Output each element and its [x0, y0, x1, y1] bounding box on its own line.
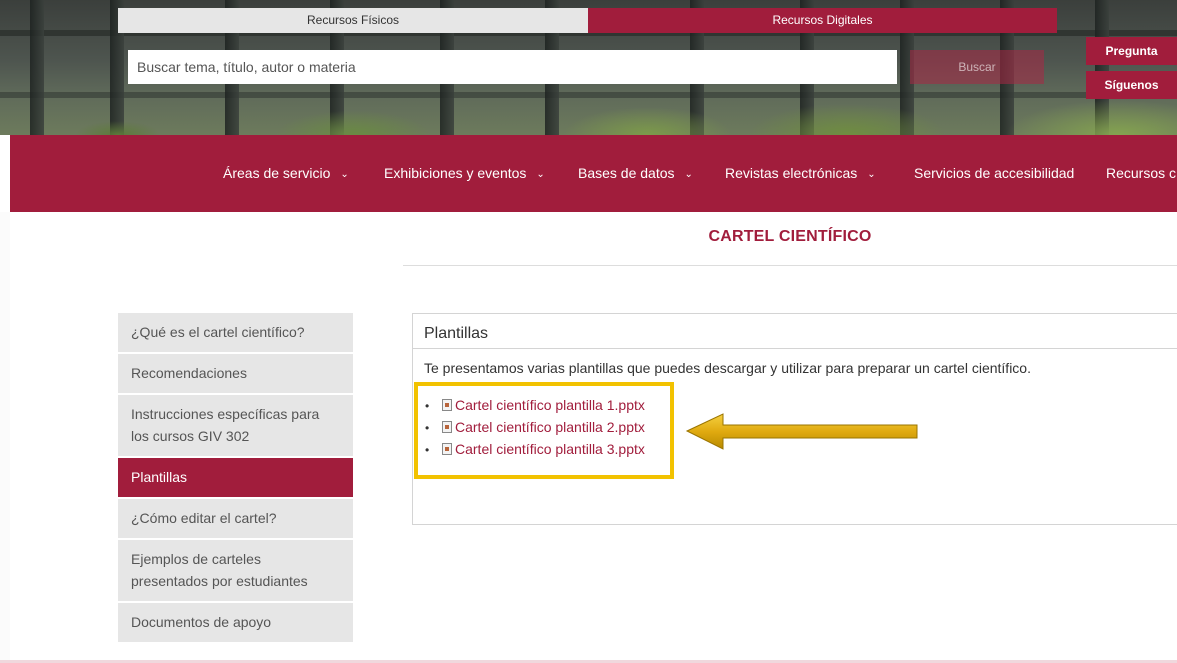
panel-description: Te presentamos varias plantillas que pue… — [424, 360, 1031, 376]
siguenos-button[interactable]: Síguenos — [1086, 71, 1177, 99]
file-link[interactable]: Cartel científico plantilla 1.pptx — [455, 397, 645, 413]
nav-item-label: Recursos c — [1106, 165, 1177, 181]
tab-recursos-fisicos[interactable]: Recursos Físicos — [118, 8, 588, 33]
pptx-file-icon — [442, 421, 452, 433]
nav-item-recursos[interactable]: Recursos c — [1106, 135, 1176, 212]
nav-item-exhibiciones[interactable]: Exhibiciones y eventos ⌄ — [384, 135, 545, 212]
panel-heading: Plantillas — [413, 314, 1177, 349]
pregunta-button[interactable]: Pregunta — [1086, 37, 1177, 65]
nav-item-areas-de-servicio[interactable]: Áreas de servicio ⌄ — [223, 135, 349, 212]
side-menu-item-ejemplos[interactable]: Ejemplos de carteles presentados por est… — [118, 540, 353, 603]
pptx-file-icon — [442, 399, 452, 411]
nav-item-label: Servicios de accesibilidad — [914, 165, 1075, 181]
chevron-down-icon: ⌄ — [340, 169, 349, 180]
nav-item-label: Bases de datos — [578, 165, 675, 181]
search-button[interactable]: Buscar — [910, 50, 1044, 84]
banner-foliage — [0, 75, 1177, 135]
side-menu-item-recomendaciones[interactable]: Recomendaciones — [118, 354, 353, 395]
tab-recursos-digitales[interactable]: Recursos Digitales — [588, 8, 1057, 33]
page-title: CARTEL CIENTÍFICO — [708, 228, 872, 245]
pptx-file-icon — [442, 443, 452, 455]
list-item[interactable]: • Cartel científico plantilla 1.pptx — [425, 394, 645, 416]
list-item[interactable]: • Cartel científico plantilla 2.pptx — [425, 416, 645, 438]
nav-item-revistas[interactable]: Revistas electrónicas ⌄ — [725, 135, 876, 212]
side-menu-item-que-es[interactable]: ¿Qué es el cartel científico? — [118, 313, 353, 354]
nav-item-label: Exhibiciones y eventos — [384, 165, 527, 181]
side-menu-item-documentos[interactable]: Documentos de apoyo — [118, 603, 353, 644]
header-banner: Recursos Físicos Recursos Digitales Busc… — [0, 0, 1177, 135]
bullet: • — [425, 399, 430, 413]
nav-item-bases-de-datos[interactable]: Bases de datos ⌄ — [578, 135, 693, 212]
chevron-down-icon: ⌄ — [867, 169, 876, 180]
file-link[interactable]: Cartel científico plantilla 3.pptx — [455, 441, 645, 457]
side-menu-item-instrucciones[interactable]: Instrucciones específicas para los curso… — [118, 395, 353, 458]
side-menu-item-plantillas[interactable]: Plantillas — [118, 458, 353, 499]
chevron-down-icon: ⌄ — [536, 169, 545, 180]
main-nav: Áreas de servicio ⌄ Exhibiciones y evento… — [10, 135, 1177, 212]
side-menu: ¿Qué es el cartel científico? Recomendac… — [118, 313, 353, 644]
nav-item-label: Áreas de servicio — [223, 165, 331, 181]
nav-item-accesibilidad[interactable]: Servicios de accesibilidad — [914, 135, 1074, 212]
file-list: • Cartel científico plantilla 1.pptx • Car… — [425, 394, 645, 460]
arrow-left-icon — [685, 413, 918, 450]
nav-item-label: Revistas electrónicas — [725, 165, 858, 181]
chevron-down-icon: ⌄ — [684, 169, 693, 180]
bullet: • — [425, 421, 430, 435]
search-input[interactable] — [128, 50, 897, 84]
side-menu-item-como-editar[interactable]: ¿Cómo editar el cartel? — [118, 499, 353, 540]
list-item[interactable]: • Cartel científico plantilla 3.pptx — [425, 438, 645, 460]
file-link[interactable]: Cartel científico plantilla 2.pptx — [455, 419, 645, 435]
divider — [403, 265, 1177, 266]
bullet: • — [425, 443, 430, 457]
page-gutter — [0, 212, 10, 660]
